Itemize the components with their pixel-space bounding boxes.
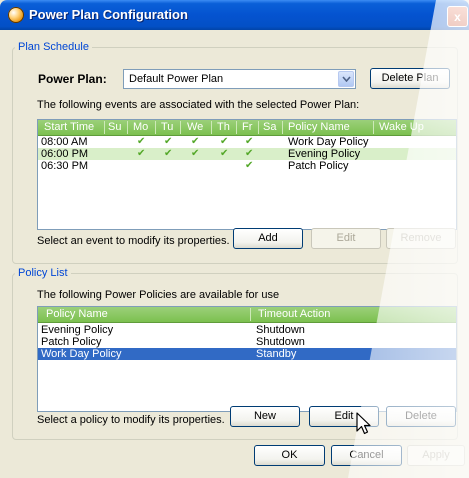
apply-button[interactable]: Apply <box>407 445 465 466</box>
column-separator <box>250 308 251 321</box>
column-timeout-action[interactable]: Timeout Action <box>258 308 330 320</box>
event-policy-name: Patch Policy <box>288 160 349 172</box>
event-start-time: 06:00 PM <box>41 148 89 160</box>
window-title: Power Plan Configuration <box>29 7 188 22</box>
checkmark-icon: ✔ <box>245 136 254 147</box>
column-separator <box>373 121 374 134</box>
event-policy-name: Work Day Policy <box>288 136 369 148</box>
event-row[interactable]: 06:00 PM ✔ ✔ ✔ ✔ ✔ Evening Policy <box>38 148 456 160</box>
policy-timeout-action: Standby <box>256 348 297 360</box>
column-we[interactable]: We <box>187 121 203 133</box>
checkmark-icon: ✔ <box>191 136 200 147</box>
column-policy-name[interactable]: Policy Name <box>288 121 350 133</box>
cancel-button[interactable]: Cancel <box>331 445 402 466</box>
mouse-pointer-icon <box>356 412 372 439</box>
power-plan-label: Power Plan: <box>38 72 107 86</box>
policy-list[interactable]: Policy Name Timeout Action Evening Polic… <box>37 306 457 412</box>
column-separator <box>258 121 259 134</box>
policy-timeout-action: Shutdown <box>256 336 305 348</box>
policy-name: Evening Policy <box>41 324 114 336</box>
column-th[interactable]: Th <box>217 121 230 133</box>
ok-button[interactable]: OK <box>254 445 325 466</box>
policy-timeout-action: Shutdown <box>256 324 305 336</box>
title-bar[interactable]: Power Plan Configuration x <box>0 0 469 30</box>
column-start-time[interactable]: Start Time <box>44 121 94 133</box>
edit-event-button[interactable]: Edit <box>311 228 381 249</box>
column-policy-name[interactable]: Policy Name <box>46 308 108 320</box>
checkmark-icon: ✔ <box>164 136 173 147</box>
chevron-down-icon[interactable] <box>338 71 354 87</box>
add-event-button[interactable]: Add <box>233 228 303 249</box>
column-separator <box>104 121 105 134</box>
policy-name: Patch Policy <box>41 336 102 348</box>
checkmark-icon: ✔ <box>137 136 146 147</box>
column-separator <box>127 121 128 134</box>
column-su[interactable]: Su <box>108 121 121 133</box>
delete-policy-button[interactable]: Delete <box>386 406 456 427</box>
column-mo[interactable]: Mo <box>133 121 148 133</box>
policy-hint: Select a policy to modify its properties… <box>37 414 225 426</box>
column-separator <box>180 121 181 134</box>
policy-list-header: Policy Name Timeout Action <box>38 307 456 323</box>
power-plan-icon <box>8 7 24 23</box>
column-tu[interactable]: Tu <box>161 121 173 133</box>
column-separator <box>211 121 212 134</box>
checkmark-icon: ✔ <box>220 136 229 147</box>
remove-event-button[interactable]: Remove <box>386 228 456 249</box>
checkmark-icon: ✔ <box>191 148 200 159</box>
dialog-client-area: Plan Schedule Power Plan: Default Power … <box>3 30 466 475</box>
event-row[interactable]: 06:30 PM ✔ Patch Policy <box>38 160 456 172</box>
column-separator <box>282 121 283 134</box>
power-plan-configuration-window: Power Plan Configuration x Plan Schedule… <box>0 0 469 478</box>
close-button[interactable]: x <box>447 6 468 27</box>
power-plan-value: Default Power Plan <box>129 73 224 85</box>
checkmark-icon: ✔ <box>164 148 173 159</box>
column-fr[interactable]: Fr <box>242 121 252 133</box>
events-caption: The following events are associated with… <box>37 99 360 111</box>
column-wake-up[interactable]: Wake Up <box>379 121 424 133</box>
policy-name: Work Day Policy <box>41 348 122 360</box>
column-separator <box>236 121 237 134</box>
plan-schedule-legend: Plan Schedule <box>15 41 92 53</box>
event-start-time: 08:00 AM <box>41 136 88 148</box>
policy-row-selected[interactable]: Work Day Policy Standby <box>38 348 456 360</box>
checkmark-icon: ✔ <box>137 148 146 159</box>
column-sa[interactable]: Sa <box>263 121 276 133</box>
event-start-time: 06:30 PM <box>41 160 89 172</box>
events-list[interactable]: Start Time Su Mo Tu We Th Fr Sa Policy N… <box>37 119 457 230</box>
events-list-header: Start Time Su Mo Tu We Th Fr Sa Policy N… <box>38 120 456 136</box>
column-separator <box>155 121 156 134</box>
new-policy-button[interactable]: New <box>230 406 300 427</box>
policy-list-legend: Policy List <box>15 267 71 279</box>
event-policy-name: Evening Policy <box>288 148 361 160</box>
policies-caption: The following Power Policies are availab… <box>37 289 280 301</box>
checkmark-icon: ✔ <box>245 160 254 171</box>
delete-plan-button[interactable]: Delete Plan <box>370 68 450 89</box>
checkmark-icon: ✔ <box>220 148 229 159</box>
event-hint: Select an event to modify its properties… <box>37 235 230 247</box>
policy-row[interactable]: Patch Policy Shutdown <box>38 336 456 348</box>
policy-row[interactable]: Evening Policy Shutdown <box>38 324 456 336</box>
checkmark-icon: ✔ <box>245 148 254 159</box>
power-plan-dropdown[interactable]: Default Power Plan <box>123 69 356 89</box>
event-row[interactable]: 08:00 AM ✔ ✔ ✔ ✔ ✔ Work Day Policy <box>38 136 456 148</box>
